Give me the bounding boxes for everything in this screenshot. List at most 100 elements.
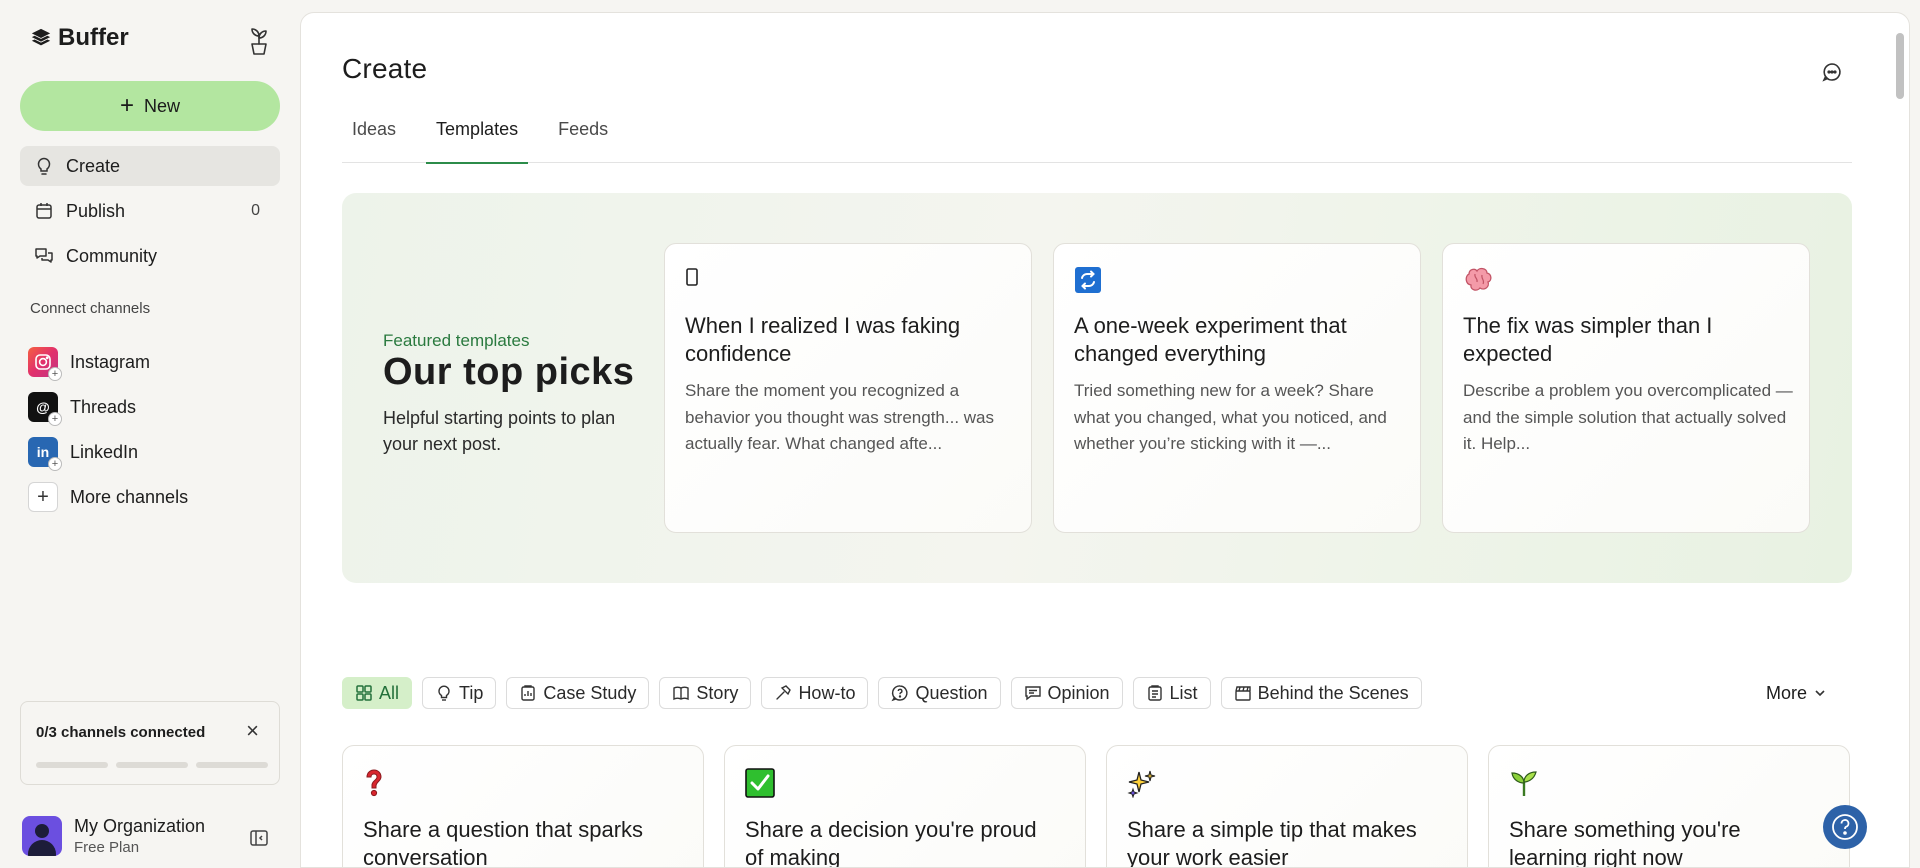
filter-case-study[interactable]: Case Study (506, 677, 650, 709)
connection-status: 0/3 channels connected (36, 724, 206, 741)
channel-threads[interactable]: @ + Threads (28, 390, 137, 426)
connect-channels-label: Connect channels (30, 300, 151, 317)
filter-label: List (1169, 682, 1198, 703)
tabs: Ideas Templates Feeds (342, 109, 1852, 164)
connection-progress (36, 762, 268, 768)
book-icon (673, 686, 690, 701)
featured-card-title: A one-week experiment that changed every… (1074, 313, 1347, 366)
sidebar-item-community[interactable]: Community (20, 236, 280, 276)
template-card-title: Share something you're learning right no… (1509, 817, 1741, 868)
new-button[interactable]: + New (20, 81, 280, 131)
buffer-logo-icon (31, 28, 51, 46)
threads-icon: @ + (28, 392, 62, 426)
publish-count: 0 (251, 202, 260, 219)
template-card-title: Share a simple tip that makes your work … (1127, 817, 1417, 868)
channel-label: LinkedIn (70, 441, 139, 462)
repeat-icon (1074, 266, 1102, 294)
more-label: More (1766, 682, 1808, 703)
brand-name: Buffer (58, 24, 129, 51)
plus-icon: + (119, 92, 134, 119)
featured-card-title: When I realized I was faking confidence (685, 313, 961, 366)
tab-templates[interactable]: Templates (426, 109, 529, 164)
organization-switcher[interactable]: My Organization Free Plan (22, 816, 205, 856)
tab-feeds[interactable]: Feeds (548, 109, 618, 163)
calendar-icon (36, 203, 52, 219)
sidebar-item-label: Community (66, 245, 158, 266)
filter-label: Opinion (1047, 682, 1110, 703)
featured-templates: Featured templates Our top picks Helpful… (342, 193, 1852, 583)
filter-label: Question (915, 682, 988, 703)
collapse-sidebar-icon[interactable] (249, 828, 269, 848)
linkedin-icon: in + (28, 437, 62, 471)
feedback-chat-icon[interactable] (1821, 61, 1843, 83)
featured-card[interactable]: When I realized I was faking confidence … (664, 243, 1032, 533)
category-filters: All Tip Case Study Story How-to Question… (342, 677, 1422, 709)
phone-icon (685, 266, 713, 294)
clapperboard-icon (1234, 686, 1251, 701)
featured-label: Featured templates (383, 331, 530, 350)
avatar (22, 816, 62, 856)
featured-card-title: The fix was simpler than I expected (1463, 313, 1713, 366)
channel-label: Instagram (70, 351, 151, 372)
featured-card[interactable]: The fix was simpler than I expected Desc… (1442, 243, 1810, 533)
template-card[interactable]: Share something you're learning right no… (1488, 745, 1850, 868)
sidebar-item-label: Create (66, 155, 121, 176)
filter-list[interactable]: List (1132, 677, 1211, 709)
filter-label: Story (696, 682, 739, 703)
chevron-down-icon (1815, 690, 1825, 697)
filter-how-to[interactable]: How-to (761, 677, 869, 709)
clipboard-chart-icon (521, 685, 536, 701)
page-title: Create (342, 53, 428, 84)
filter-label: All (379, 682, 400, 703)
main-panel: Create Ideas Templates Feeds Featured te… (300, 12, 1910, 868)
filter-tip[interactable]: Tip (422, 677, 497, 709)
close-icon[interactable]: × (246, 720, 259, 742)
lightbulb-icon (37, 157, 51, 175)
channel-more[interactable]: + More channels (28, 480, 188, 514)
sidebar-item-create[interactable]: Create (20, 146, 280, 186)
filter-question[interactable]: Question (878, 677, 1001, 709)
question-mark-icon (363, 768, 385, 804)
instagram-icon: + (28, 347, 62, 381)
filter-label: How-to (798, 682, 856, 703)
filter-opinion[interactable]: Opinion (1010, 677, 1123, 709)
sidebar-item-publish[interactable]: Publish 0 (20, 191, 280, 231)
template-card[interactable]: Share a question that sparks conversatio… (342, 745, 704, 868)
featured-card[interactable]: A one-week experiment that changed every… (1053, 243, 1421, 533)
template-card[interactable]: Share a simple tip that makes your work … (1106, 745, 1468, 868)
more-filters-button[interactable]: More (1766, 677, 1827, 709)
brain-icon (1463, 266, 1492, 294)
channel-linkedin[interactable]: in + LinkedIn (28, 435, 139, 471)
lightbulb-icon (438, 685, 450, 701)
featured-card-description: Share the moment you recognized a behavi… (685, 381, 995, 453)
buffer-logo[interactable]: Buffer (30, 24, 129, 52)
sidebar: Buffer + New Create Publish 0 Community … (0, 0, 300, 868)
hammer-icon (776, 685, 792, 700)
filter-label: Case Study (543, 682, 637, 703)
featured-card-description: Tried something new for a week? Share wh… (1074, 381, 1387, 453)
org-name: My Organization (74, 816, 206, 836)
sparkles-icon (1127, 768, 1157, 804)
channel-label: Threads (70, 396, 137, 417)
new-button-label: New (144, 95, 181, 116)
question-bubble-icon (891, 685, 909, 702)
filter-all[interactable]: All (342, 677, 413, 709)
template-card[interactable]: Share a decision you're proud of making (724, 745, 1086, 868)
plant-icon[interactable] (246, 24, 272, 56)
channel-instagram[interactable]: + Instagram (28, 345, 151, 381)
chat-bubbles-icon (35, 248, 53, 263)
filter-label: Behind the Scenes (1257, 682, 1409, 703)
scrollbar[interactable] (1893, 13, 1907, 867)
filter-story[interactable]: Story (659, 677, 752, 709)
channel-label: More channels (70, 486, 189, 507)
grid-icon (356, 685, 372, 701)
clipboard-list-icon (1147, 685, 1162, 701)
featured-description: Helpful starting points to plan your nex… (383, 408, 616, 454)
scrollbar-thumb[interactable] (1896, 33, 1904, 99)
filter-label: Tip (459, 682, 484, 703)
template-card-title: Share a decision you're proud of making (745, 817, 1037, 868)
template-card-title: Share a question that sparks conversatio… (363, 817, 644, 868)
tab-ideas[interactable]: Ideas (342, 109, 406, 163)
filter-behind-the-scenes[interactable]: Behind the Scenes (1220, 677, 1422, 709)
help-button[interactable] (1823, 805, 1867, 849)
